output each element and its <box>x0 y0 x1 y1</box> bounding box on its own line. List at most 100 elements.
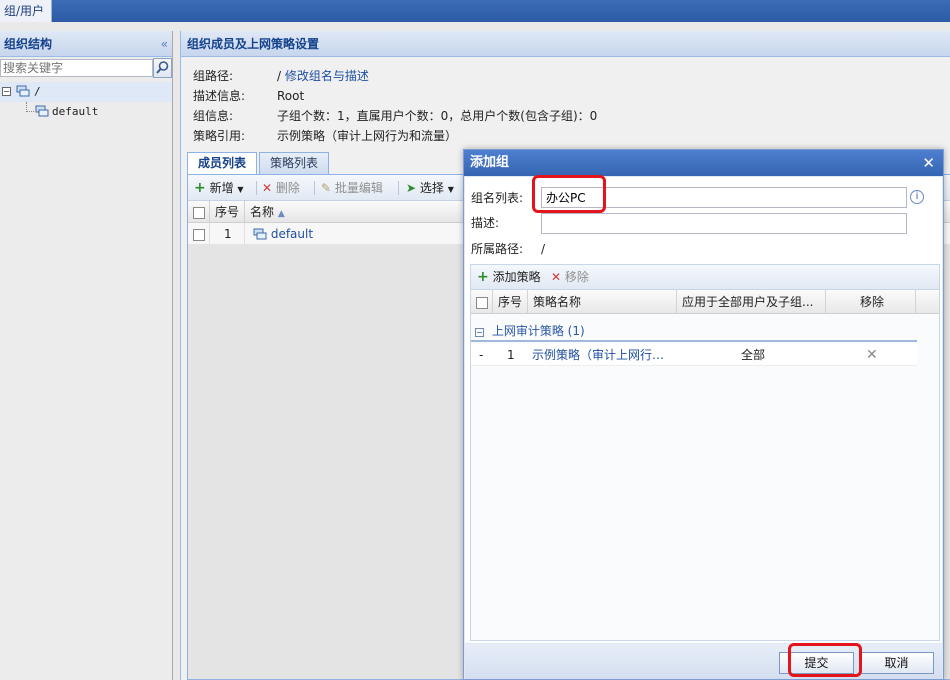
select-button[interactable]: ➤ 选择 ▼ <box>406 179 454 197</box>
search-input[interactable] <box>0 59 153 77</box>
group-node-icon <box>16 85 30 97</box>
path-value: / <box>277 69 282 83</box>
delete-label: 删除 <box>275 181 300 195</box>
tree-root-label: / <box>34 85 41 98</box>
org-structure-panel: 组织结构 « − / default <box>0 31 173 680</box>
cancel-button[interactable]: 取消 <box>859 652 934 674</box>
pencil-icon: ✎ <box>321 181 332 195</box>
tab-policy-list[interactable]: 策略列表 <box>259 152 330 174</box>
batch-edit-button[interactable]: ✎ 批量编辑 <box>321 179 383 197</box>
info-row-description: 描述信息: Root <box>193 86 753 106</box>
dialog-title: 添加组 <box>470 155 510 170</box>
select-all-checkbox[interactable] <box>471 290 493 314</box>
dialog-titlebar: 添加组 ✕ <box>464 150 943 176</box>
info-value: / 修改组名与描述 <box>277 66 369 86</box>
path-value: / <box>541 242 546 256</box>
row-index: 1 <box>210 223 245 245</box>
info-label: 组信息: <box>193 109 234 123</box>
select-label: 选择 <box>419 181 444 195</box>
batch-edit-label: 批量编辑 <box>334 181 383 195</box>
toolbar-divider <box>398 181 399 195</box>
tree-node-default[interactable]: default <box>0 102 172 122</box>
info-row-path: 组路径: / 修改组名与描述 <box>193 66 753 86</box>
dropdown-arrow-icon: ▼ <box>447 185 454 194</box>
info-label: 描述信息: <box>193 89 246 103</box>
tree-collapse-icon[interactable]: − <box>2 87 11 96</box>
add-policy-label: 添加策略 <box>492 270 541 284</box>
row-checkbox[interactable] <box>188 223 210 245</box>
info-value: 子组个数：1，直属用户个数：0，总用户个数(包含子组)：0 <box>277 109 598 123</box>
info-label: 组路径: <box>193 69 234 83</box>
add-policy-button[interactable]: + 添加策略 <box>477 268 541 286</box>
group-info: 组路径: / 修改组名与描述 描述信息: Root 组信息: 子组个数：1，直属… <box>193 66 753 146</box>
org-structure-header: 组织结构 « <box>0 31 172 57</box>
group-list-input[interactable] <box>541 187 907 208</box>
group-list-label: 组名列表: <box>471 191 524 205</box>
select-all-checkbox[interactable] <box>188 201 210 223</box>
remove-policy-button[interactable]: ✕ 移除 <box>551 268 589 286</box>
delete-icon: ✕ <box>262 181 273 195</box>
tab-member-list[interactable]: 成员列表 <box>187 152 258 175</box>
policy-group-row[interactable]: − 上网审计策略 (1) <box>471 320 917 342</box>
description-input[interactable] <box>541 213 907 234</box>
group-settings-title: 组织成员及上网策略设置 <box>181 31 950 57</box>
row-index: 1 <box>507 348 515 362</box>
collapse-icon[interactable]: − <box>475 328 484 337</box>
column-name[interactable]: 名称 ▲ <box>245 201 465 223</box>
plus-icon: + <box>194 180 206 196</box>
tree-connector <box>26 102 34 112</box>
apply-scope-value: 全部 <box>741 348 766 362</box>
add-label: 新增 <box>209 181 234 195</box>
info-icon[interactable]: i <box>910 190 924 204</box>
column-policy-name[interactable]: 策略名称 <box>528 290 677 314</box>
dialog-footer: 提交 取消 <box>465 644 942 679</box>
column-remove[interactable]: 移除 <box>826 290 916 314</box>
toolbar-divider <box>314 181 315 195</box>
path-label: 所属路径: <box>471 242 524 256</box>
toolbar-divider <box>256 181 257 195</box>
tree-child-label: default <box>52 105 99 118</box>
close-icon[interactable]: ✕ <box>922 150 935 176</box>
column-index[interactable]: 序号 <box>210 201 245 223</box>
add-button[interactable]: + 新增 ▼ <box>194 179 244 197</box>
org-structure-title: 组织结构 <box>4 37 53 51</box>
edit-group-link[interactable]: 修改组名与描述 <box>285 69 369 83</box>
policy-grid-header: 序号 策略名称 应用于全部用户及子组... 移除 <box>471 290 939 314</box>
delete-icon: ✕ <box>551 270 562 284</box>
policy-name-link[interactable]: 示例策略（审计上网行… <box>532 344 672 366</box>
info-value: Root <box>277 89 305 103</box>
dropdown-arrow-icon: ▼ <box>237 185 244 194</box>
remove-row-icon[interactable]: ✕ <box>866 344 878 366</box>
info-label: 策略引用: <box>193 129 246 143</box>
column-name-label: 名称 <box>250 205 275 219</box>
group-node-icon <box>35 105 49 117</box>
info-row-group: 组信息: 子组个数：1，直属用户个数：0，总用户个数(包含子组)：0 <box>193 106 753 126</box>
row-dash: - <box>479 348 484 362</box>
search-row <box>0 58 172 80</box>
cursor-icon: ➤ <box>406 181 417 195</box>
tree-node-root[interactable]: − / <box>0 82 172 102</box>
member-name-link[interactable]: default <box>271 227 313 241</box>
info-row-policy: 策略引用: 示例策略（审计上网行为和流量） <box>193 126 753 146</box>
search-button[interactable] <box>153 58 172 78</box>
policy-panel: + 添加策略 ✕ 移除 序号 策略名称 应用于全部用户及子组... 移除 − 上… <box>470 264 940 641</box>
collapse-icon[interactable]: « <box>161 31 168 57</box>
group-node-icon <box>253 228 267 240</box>
add-group-dialog: 添加组 ✕ 组名列表: i 描述: 所属路径: / + 添加策略 ✕ 移除 <box>463 149 944 680</box>
policy-group-label: 上网审计策略 (1) <box>491 324 585 338</box>
column-apply-scope[interactable]: 应用于全部用户及子组... <box>677 290 826 314</box>
policy-toolbar: + 添加策略 ✕ 移除 <box>471 265 939 290</box>
description-label: 描述: <box>471 216 500 230</box>
column-index[interactable]: 序号 <box>493 290 528 314</box>
dialog-body: 组名列表: i 描述: 所属路径: / + 添加策略 ✕ 移除 序号 策略名称 <box>465 177 942 643</box>
plus-icon: + <box>477 269 489 285</box>
delete-button[interactable]: ✕ 删除 <box>262 179 300 197</box>
info-value: 示例策略（审计上网行为和流量） <box>277 129 458 143</box>
row-name: default <box>245 223 465 245</box>
search-icon <box>156 61 169 74</box>
policy-row[interactable]: - 1 示例策略（审计上网行… 全部 ✕ <box>471 344 917 366</box>
tab-groups-users[interactable]: 组/用户 <box>0 0 52 22</box>
top-bar: 组/用户 <box>0 0 950 22</box>
sort-asc-icon: ▲ <box>277 209 285 219</box>
submit-button[interactable]: 提交 <box>779 652 854 674</box>
